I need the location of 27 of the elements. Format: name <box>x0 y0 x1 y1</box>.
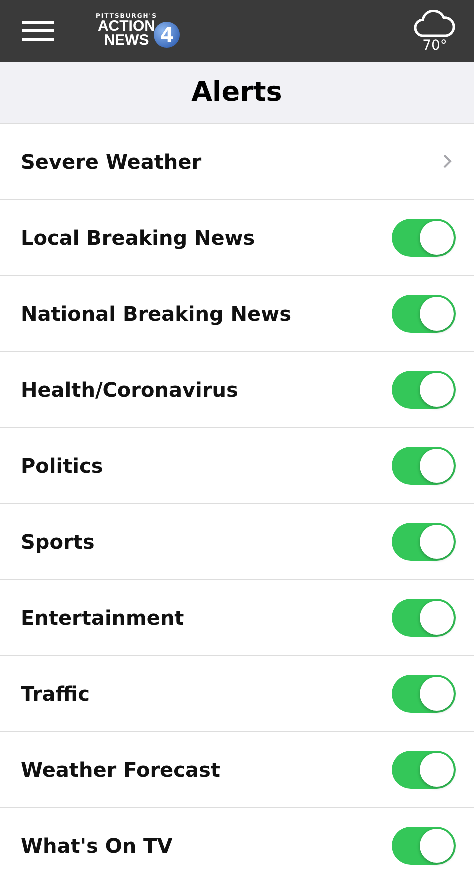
chevron-icon[interactable] <box>443 154 452 169</box>
alert-label: Politics <box>21 454 104 478</box>
alert-label: Local Breaking News <box>21 226 256 250</box>
toggle-switch[interactable] <box>392 674 456 712</box>
page-title: Alerts <box>192 77 282 108</box>
toggle-switch[interactable] <box>392 522 456 560</box>
toggle-switch[interactable] <box>392 598 456 636</box>
alert-label: Traffic <box>21 682 90 706</box>
logo-number: 4 <box>154 22 180 48</box>
alert-label: What's On TV <box>21 834 173 858</box>
menu-icon[interactable] <box>22 21 54 41</box>
toggle-switch[interactable] <box>392 218 456 256</box>
alert-label: National Breaking News <box>21 302 292 326</box>
toggle-switch[interactable] <box>392 826 456 864</box>
alert-label: Severe Weather <box>21 150 202 174</box>
alert-label: Entertainment <box>21 606 184 630</box>
toggle-switch[interactable] <box>392 370 456 408</box>
temperature: 70° <box>422 38 448 52</box>
alert-label: Sports <box>21 530 95 554</box>
toggle-switch[interactable] <box>392 446 456 484</box>
alert-label: Health/Coronavirus <box>21 378 238 402</box>
toggle-switch[interactable] <box>392 294 456 332</box>
logo-text: ACTION <box>98 20 156 34</box>
toggle-switch[interactable] <box>392 750 456 788</box>
logo-text: NEWS <box>104 34 150 48</box>
alert-label: Weather Forecast <box>21 758 220 782</box>
cloud-icon[interactable] <box>414 10 456 38</box>
